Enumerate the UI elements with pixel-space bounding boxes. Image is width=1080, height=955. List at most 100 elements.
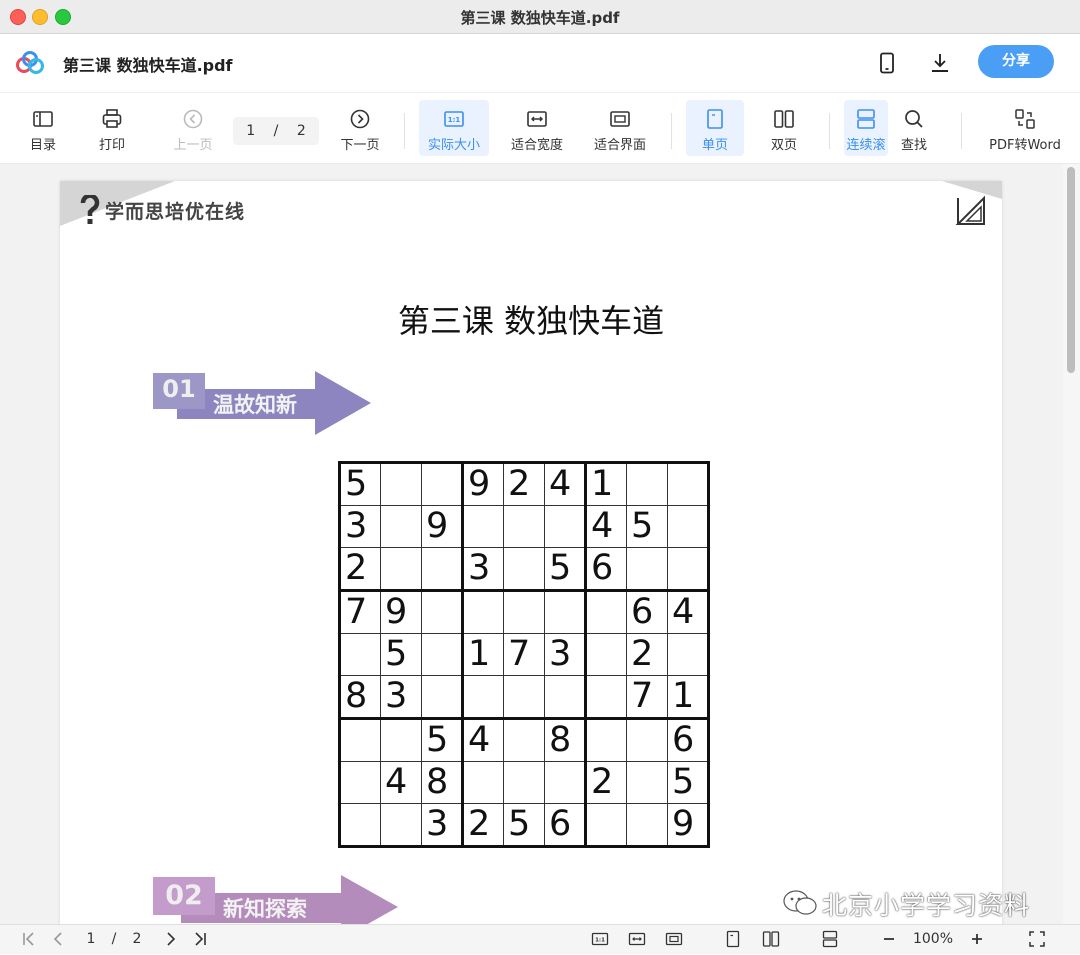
status-double-page-button[interactable] bbox=[759, 928, 783, 950]
sudoku-cell bbox=[462, 590, 504, 634]
skip-first-icon bbox=[23, 932, 34, 946]
fullscreen-button[interactable] bbox=[1026, 928, 1048, 950]
chevron-right-circle-icon bbox=[350, 109, 370, 129]
sudoku-cell: 3 bbox=[544, 633, 587, 676]
watermark-text: 北京小学学习资料 bbox=[822, 891, 1031, 920]
section-number: 01 bbox=[162, 375, 196, 403]
sudoku-cell: 5 bbox=[339, 462, 381, 506]
continuous-scroll-icon bbox=[857, 109, 875, 129]
sudoku-cell bbox=[421, 462, 464, 506]
first-page-button[interactable] bbox=[18, 928, 40, 950]
last-page-button[interactable] bbox=[189, 928, 211, 950]
zoom-out-button[interactable] bbox=[878, 928, 900, 950]
single-page-label: 单页 bbox=[701, 138, 728, 153]
sudoku-cell bbox=[626, 547, 668, 592]
sudoku-cell: 5 bbox=[380, 633, 422, 676]
fit-page-icon bbox=[610, 111, 630, 127]
sudoku-cell: 8 bbox=[339, 675, 381, 720]
next-page-button[interactable]: 下一页 bbox=[325, 100, 395, 156]
printer-icon bbox=[102, 109, 122, 128]
find-button[interactable]: 查找 bbox=[886, 100, 942, 156]
status-current-page[interactable]: 1 bbox=[84, 928, 98, 950]
sudoku-cell bbox=[585, 590, 627, 634]
continuous-scroll-button[interactable]: 连续滚 bbox=[844, 100, 888, 156]
sudoku-cell: 4 bbox=[544, 462, 587, 506]
status-fit-page-button[interactable] bbox=[663, 928, 685, 950]
download-icon[interactable] bbox=[928, 51, 952, 75]
sudoku-cell: 2 bbox=[503, 462, 545, 506]
sudoku-cell bbox=[626, 761, 668, 804]
sudoku-row: 2 356 bbox=[339, 547, 709, 592]
page-number-input[interactable]: 1 / 2 bbox=[233, 117, 319, 145]
continuous-scroll-icon bbox=[822, 930, 838, 948]
document-viewer[interactable]: 学而思培优在线 第三课 数独快车道 01 温故知新 59241394523567… bbox=[0, 164, 1080, 924]
sudoku-cell: 6 bbox=[544, 803, 587, 847]
fit-page-button[interactable]: 适合界面 bbox=[585, 100, 655, 156]
sudoku-cell: 9 bbox=[667, 803, 709, 847]
section-label: 温故知新 bbox=[213, 393, 297, 417]
sudoku-cell: 4 bbox=[380, 761, 422, 804]
pdf-to-word-button[interactable]: PDF转Word bbox=[982, 100, 1068, 156]
next-page-small-button[interactable] bbox=[160, 928, 182, 950]
convert-icon bbox=[1015, 109, 1035, 129]
sudoku-cell bbox=[503, 675, 545, 720]
share-button[interactable]: 分享 bbox=[978, 45, 1054, 78]
double-page-button[interactable]: 双页 bbox=[755, 100, 813, 156]
sudoku-cell: 1 bbox=[585, 462, 627, 506]
sudoku-cell: 8 bbox=[421, 761, 464, 804]
pdf-to-word-label: PDF转Word bbox=[989, 138, 1061, 153]
sudoku-cell bbox=[667, 505, 709, 548]
app-header: 第三课 数独快车道.pdf 分享 bbox=[0, 34, 1080, 93]
pdf-page: 学而思培优在线 第三课 数独快车道 01 温故知新 59241394523567… bbox=[60, 181, 1002, 924]
print-button[interactable]: 打印 bbox=[77, 100, 147, 156]
scrollbar-thumb[interactable] bbox=[1067, 167, 1075, 373]
sudoku-cell bbox=[626, 462, 668, 506]
sudoku-grid: 592413945235679645173283715486482532569 bbox=[338, 461, 725, 848]
sudoku-cell: 9 bbox=[380, 590, 422, 634]
sudoku-cell bbox=[585, 803, 627, 847]
sudoku-cell: 2 bbox=[462, 803, 504, 847]
sudoku-cell: 7 bbox=[626, 675, 668, 720]
sudoku-cell bbox=[462, 761, 504, 804]
toolbar-divider bbox=[671, 113, 672, 149]
status-fit-width-button[interactable] bbox=[626, 928, 648, 950]
sudoku-cell bbox=[503, 547, 545, 592]
status-total-pages: 2 bbox=[132, 931, 142, 947]
phone-icon[interactable] bbox=[875, 51, 899, 75]
sudoku-cell: 5 bbox=[544, 547, 587, 592]
double-page-label: 双页 bbox=[770, 138, 797, 153]
fullscreen-icon bbox=[1029, 931, 1045, 947]
search-icon bbox=[905, 110, 923, 128]
zoom-level[interactable]: 100% bbox=[908, 928, 958, 950]
sudoku-cell bbox=[544, 675, 587, 720]
sudoku-row: 83 71 bbox=[339, 675, 709, 720]
toolbar-divider bbox=[404, 113, 405, 149]
single-page-button[interactable]: 单页 bbox=[686, 100, 744, 156]
actual-size-button[interactable]: 1:1 实际大小 bbox=[419, 100, 489, 156]
prev-page-button[interactable]: 上一页 bbox=[158, 100, 228, 156]
sudoku-cell: 9 bbox=[462, 462, 504, 506]
next-page-label: 下一页 bbox=[340, 138, 380, 153]
brand-name: 学而思培优在线 bbox=[105, 201, 246, 223]
status-single-page-button[interactable] bbox=[722, 928, 744, 950]
watermark: 北京小学学习资料 bbox=[783, 886, 1031, 922]
sudoku-cell: 8 bbox=[544, 718, 587, 762]
status-actual-size-button[interactable]: 1:1 bbox=[589, 928, 611, 950]
sudoku-cell: 7 bbox=[503, 633, 545, 676]
print-label: 打印 bbox=[98, 138, 125, 153]
actual-size-icon: 1:1 bbox=[591, 932, 609, 946]
prev-page-label: 上一页 bbox=[173, 138, 213, 153]
sudoku-cell: 3 bbox=[421, 803, 464, 847]
fit-width-button[interactable]: 适合宽度 bbox=[502, 100, 572, 156]
zoom-in-button[interactable] bbox=[966, 928, 988, 950]
toc-button[interactable]: 目录 bbox=[8, 100, 78, 156]
sudoku-row: 3256 9 bbox=[339, 803, 709, 847]
sudoku-cell bbox=[421, 590, 464, 634]
sudoku-cell: 3 bbox=[380, 675, 422, 720]
section-number: 02 bbox=[165, 880, 203, 911]
sudoku-cell bbox=[339, 761, 381, 804]
find-label: 查找 bbox=[900, 138, 927, 153]
pdf-toolbar: 目录 打印 上一页 1 / 2 下一页 1:1 实际大小 适合宽度 适合界面 单… bbox=[0, 93, 1080, 164]
status-continuous-button[interactable] bbox=[819, 928, 841, 950]
prev-page-small-button[interactable] bbox=[47, 928, 69, 950]
